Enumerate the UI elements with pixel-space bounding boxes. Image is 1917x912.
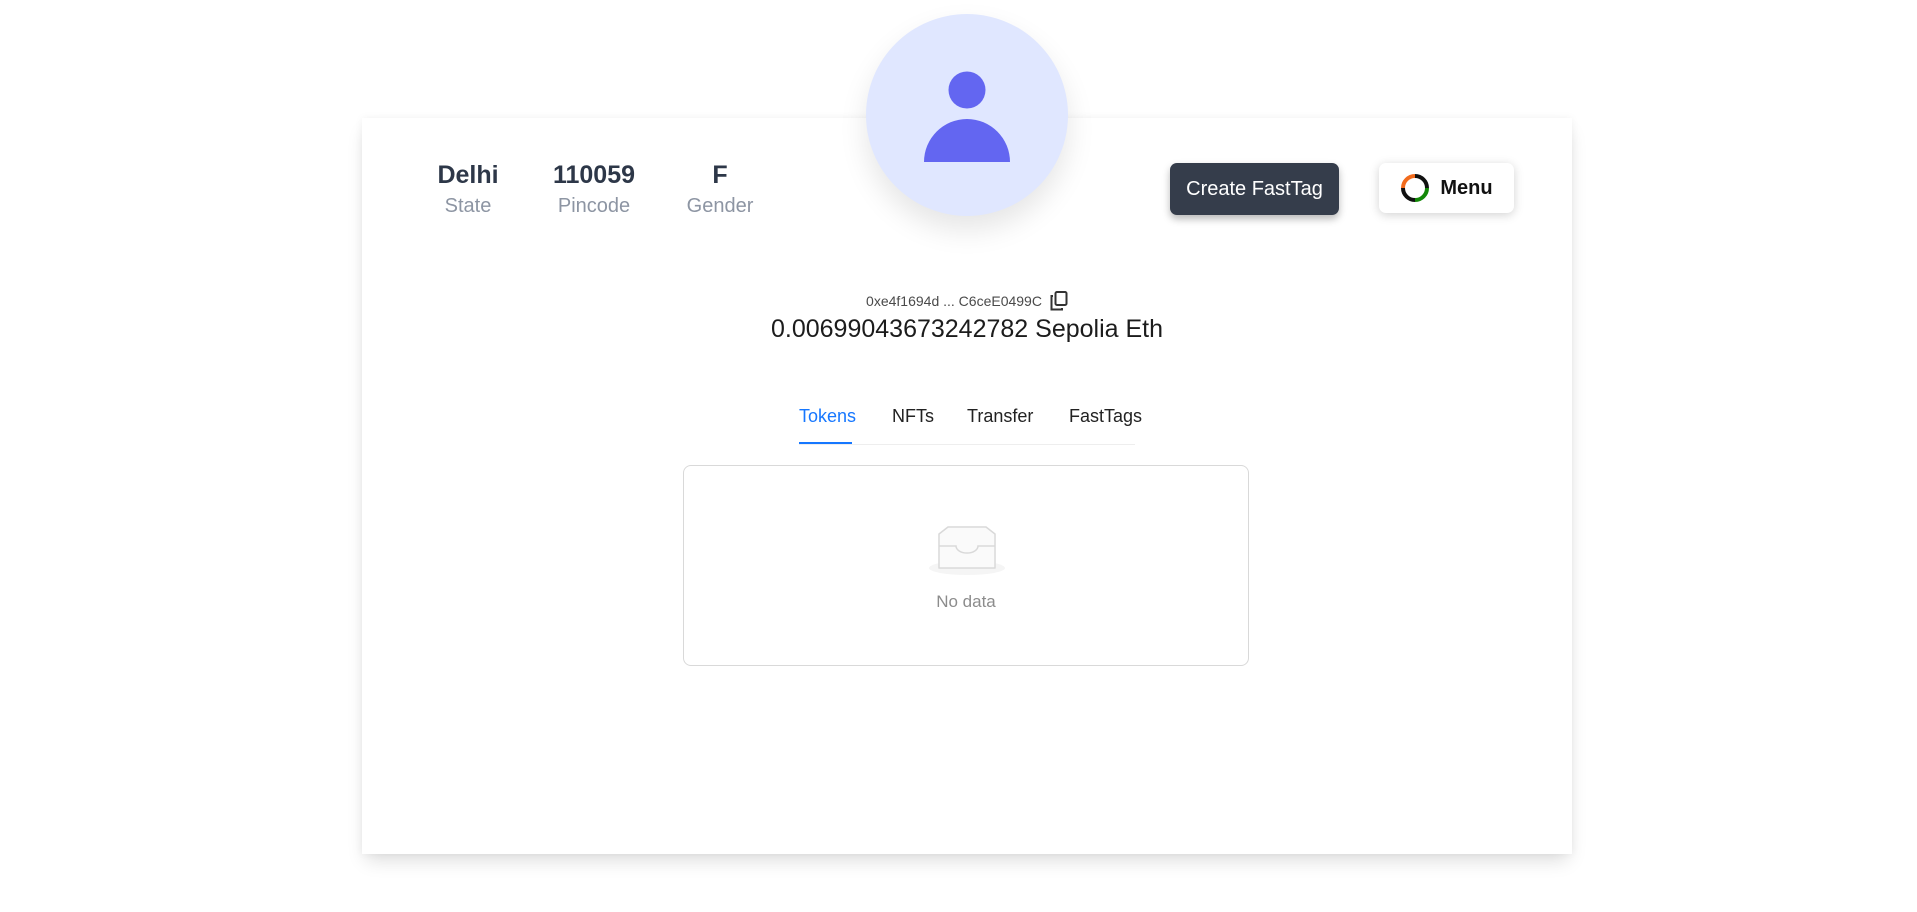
gender-label: Gender	[686, 195, 754, 217]
tab-nfts[interactable]: NFTs	[892, 406, 934, 427]
copy-icon[interactable]	[1050, 291, 1068, 311]
profile-page: Delhi State 110059 Pincode F Gender Crea…	[0, 0, 1917, 912]
tab-tokens[interactable]: Tokens	[799, 406, 856, 427]
menu-label: Menu	[1440, 176, 1493, 199]
tab-bar: Tokens NFTs Transfer FastTags	[799, 398, 1142, 445]
user-icon	[924, 71, 1010, 162]
inbox-icon	[929, 526, 1005, 575]
gender-value: F	[712, 161, 728, 189]
stat-gender: F Gender	[687, 160, 754, 218]
tricolor-circle-icon	[1401, 174, 1430, 202]
tab-fasttags[interactable]: FastTags	[1069, 406, 1142, 427]
state-value: Delhi	[437, 161, 499, 189]
create-fasttag-button[interactable]: Create FastTag	[1170, 163, 1339, 215]
tokens-panel: No data	[683, 465, 1249, 666]
pincode-value: 110059	[552, 161, 636, 189]
wallet-balance: 0.00699043673242782 Sepolia Eth	[770, 315, 1164, 343]
tab-transfer[interactable]: Transfer	[967, 406, 1033, 427]
wallet-address: 0xe4f1694d ... C6ceE0499C	[866, 293, 1042, 309]
empty-state-text: No data	[936, 592, 996, 611]
menu-button[interactable]: Menu	[1379, 163, 1514, 213]
stat-pincode: 110059 Pincode	[553, 160, 635, 218]
pincode-label: Pincode	[557, 195, 631, 217]
wallet-address-row: 0xe4f1694d ... C6ceE0499C	[0, 291, 1917, 311]
stat-state: Delhi State	[437, 160, 498, 218]
active-tab-indicator	[799, 442, 852, 444]
avatar	[866, 14, 1068, 216]
state-label: State	[444, 195, 492, 217]
